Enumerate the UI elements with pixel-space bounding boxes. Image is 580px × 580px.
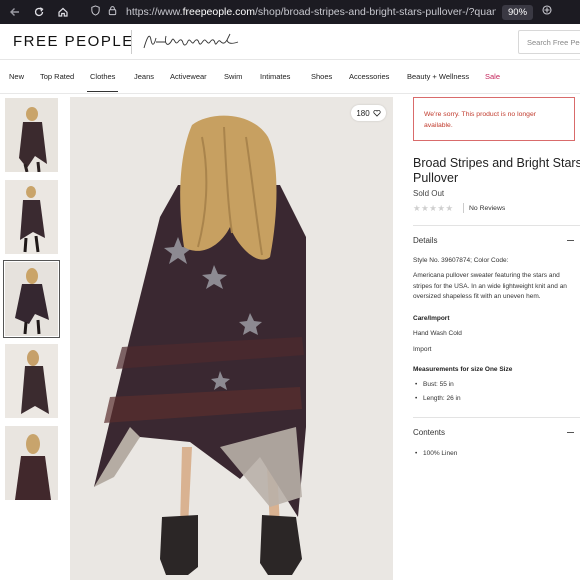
nav-item-jeans[interactable]: Jeans: [134, 72, 154, 81]
home-icon[interactable]: [54, 3, 72, 21]
gallery-thumbnail[interactable]: [5, 344, 58, 418]
nav-item-clothes[interactable]: Clothes: [86, 72, 119, 92]
nav-item-top-rated[interactable]: Top Rated: [40, 72, 74, 81]
site-header: FREE PEOPLE Search Free People: [0, 24, 580, 60]
lock-icon[interactable]: [107, 3, 118, 21]
rating-stars[interactable]: ★★★★★: [413, 203, 454, 214]
nav-item-shoes[interactable]: Shoes: [311, 72, 332, 81]
nav-item-intimates[interactable]: Intimates: [260, 72, 290, 81]
divider: [413, 225, 580, 226]
gallery-thumbnail[interactable]: [5, 180, 58, 254]
extension-icon[interactable]: [541, 3, 553, 21]
divider: [413, 417, 580, 418]
zoom-level-badge[interactable]: 90%: [502, 4, 534, 20]
logo-divider: [131, 30, 132, 54]
care-heading: Care/Import: [413, 315, 450, 322]
free-people-logo[interactable]: FREE PEOPLE: [13, 33, 134, 50]
nav-item-swim[interactable]: Swim: [224, 72, 242, 81]
reload-icon[interactable]: [30, 3, 48, 21]
category-nav: New Top Rated Clothes Jeans Activewear S…: [0, 60, 580, 94]
measurement-item: Bust: 55 in: [415, 381, 454, 388]
main-product-image[interactable]: [70, 97, 393, 580]
reviews-link[interactable]: No Reviews: [469, 205, 505, 212]
fp-movement-logo[interactable]: [142, 30, 242, 59]
search-input[interactable]: Search Free People: [518, 30, 580, 54]
stock-status: Sold Out: [413, 189, 445, 198]
collapse-icon[interactable]: [567, 432, 574, 433]
nav-item-new[interactable]: New: [9, 72, 24, 81]
address-bar[interactable]: https://www.freepeople.com/shop/broad-st…: [126, 6, 496, 18]
care-instructions: Hand Wash Cold: [413, 330, 462, 337]
style-number: Style No. 39607874; Color Code:: [413, 257, 509, 264]
url-prefix: https://www.: [126, 6, 183, 18]
heart-icon: [373, 109, 381, 117]
favorite-button[interactable]: 180: [351, 105, 386, 121]
url-path: /shop/broad-stripes-and-bright-stars-pul…: [255, 6, 496, 18]
gallery-thumbnail[interactable]: [5, 426, 58, 500]
collapse-icon[interactable]: [567, 240, 574, 241]
nav-item-beauty-wellness[interactable]: Beauty + Wellness: [407, 72, 469, 81]
contents-item: 100% Linen: [415, 450, 457, 457]
unavailable-notice: We're sorry. This product is no longer a…: [413, 97, 575, 141]
url-domain: freepeople.com: [182, 6, 255, 18]
nav-item-sale[interactable]: Sale: [485, 72, 500, 81]
favorites-count: 180: [356, 108, 370, 118]
nav-item-activewear[interactable]: Activewear: [170, 72, 207, 81]
import-info: Import: [413, 346, 432, 353]
measurement-item: Length: 26 in: [415, 395, 461, 402]
measurements-heading: Measurements for size One Size: [413, 366, 513, 373]
rating-divider: [463, 203, 464, 213]
back-arrow-icon[interactable]: [6, 3, 24, 21]
nav-item-accessories[interactable]: Accessories: [349, 72, 389, 81]
gallery-thumbnail[interactable]: [5, 98, 58, 172]
browser-toolbar: https://www.freepeople.com/shop/broad-st…: [0, 0, 580, 24]
shield-icon[interactable]: [90, 3, 101, 21]
gallery-thumbnail-selected[interactable]: [3, 260, 60, 338]
contents-heading[interactable]: Contents: [413, 428, 445, 437]
product-description: Americana pullover sweater featuring the…: [413, 272, 567, 301]
details-heading[interactable]: Details: [413, 236, 437, 245]
product-title: Broad Stripes and Bright Stars Pullover: [413, 156, 580, 185]
